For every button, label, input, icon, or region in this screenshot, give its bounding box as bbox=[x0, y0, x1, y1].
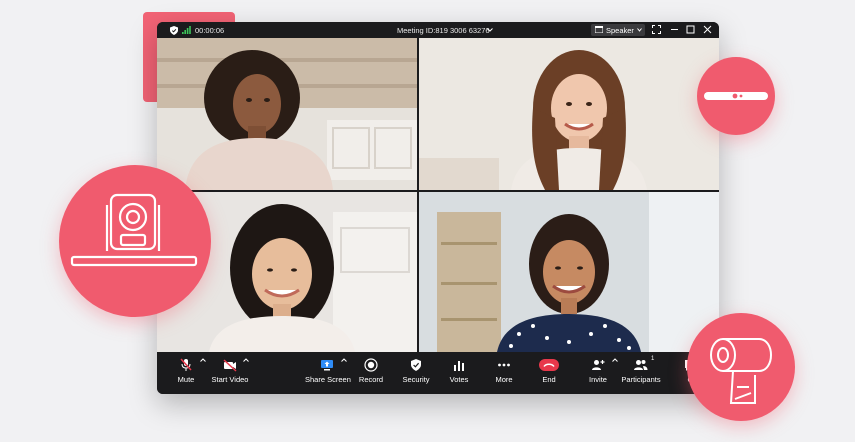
ptz-camera-icon bbox=[70, 193, 198, 267]
participant-video bbox=[419, 38, 719, 190]
shield-icon[interactable] bbox=[170, 26, 178, 35]
start-video-label: Start Video bbox=[211, 375, 249, 384]
share-screen-icon bbox=[321, 360, 333, 371]
video-grid bbox=[157, 38, 719, 368]
view-mode-button[interactable]: Speaker bbox=[591, 24, 645, 36]
more-label: More bbox=[495, 375, 513, 384]
invite-label: Invite bbox=[589, 375, 607, 384]
speakerphone-icon bbox=[710, 338, 773, 404]
record-icon bbox=[364, 358, 378, 372]
grid-view-icon bbox=[595, 26, 603, 33]
meeting-id[interactable]: Meeting ID:819 3006 63276 bbox=[397, 26, 490, 35]
end-button[interactable]: End bbox=[537, 356, 561, 392]
ptz-camera-bubble bbox=[59, 165, 211, 317]
participants-button[interactable]: Participants bbox=[621, 356, 661, 392]
more-button[interactable]: More bbox=[491, 356, 517, 392]
chevron-up-icon[interactable] bbox=[612, 358, 618, 362]
video-camera-off-icon bbox=[223, 359, 237, 372]
video-bar-icon bbox=[704, 92, 768, 100]
participants-count: 1 bbox=[651, 356, 655, 362]
signal-strength-icon[interactable] bbox=[182, 26, 191, 34]
chevron-up-icon[interactable] bbox=[341, 358, 347, 362]
security-label: Security bbox=[402, 375, 430, 384]
share-screen-label: Share Screen bbox=[305, 375, 351, 384]
add-person-icon bbox=[592, 360, 605, 370]
minimize-icon[interactable] bbox=[670, 25, 679, 34]
participants-icon bbox=[634, 360, 648, 370]
video-tile-2[interactable] bbox=[419, 38, 719, 190]
security-button[interactable]: Security bbox=[401, 356, 431, 392]
chevron-down-icon bbox=[637, 28, 642, 32]
bar-chart-icon bbox=[454, 361, 464, 371]
invite-button[interactable]: Invite bbox=[585, 356, 611, 392]
video-bar-bubble bbox=[697, 57, 775, 135]
votes-label: Votes bbox=[449, 375, 469, 384]
record-button[interactable]: Record bbox=[357, 356, 385, 392]
speakerphone-bubble bbox=[687, 313, 795, 421]
chevron-up-icon[interactable] bbox=[243, 358, 249, 362]
title-bar: 00:00:06 Meeting ID:819 3006 63276 Speak… bbox=[157, 22, 719, 38]
end-call-icon bbox=[539, 359, 559, 371]
more-dots-icon bbox=[498, 363, 510, 367]
end-label: End bbox=[542, 375, 556, 384]
meeting-timer: 00:00:06 bbox=[195, 26, 225, 35]
participant-video bbox=[419, 192, 719, 352]
mute-label: Mute bbox=[177, 375, 195, 384]
record-label: Record bbox=[358, 375, 384, 384]
chevron-down-icon[interactable] bbox=[487, 28, 493, 32]
view-mode-label: Speaker bbox=[606, 26, 634, 35]
votes-button[interactable]: Votes bbox=[447, 356, 471, 392]
video-tile-4[interactable] bbox=[419, 192, 719, 352]
close-icon[interactable] bbox=[703, 25, 712, 34]
meeting-toolbar: Mute Start Video Share Screen Record Sec… bbox=[157, 352, 719, 394]
chevron-up-icon[interactable] bbox=[200, 358, 206, 362]
mute-button[interactable]: Mute bbox=[173, 356, 199, 392]
shield-icon bbox=[411, 359, 421, 371]
fullscreen-icon[interactable] bbox=[652, 25, 661, 34]
microphone-muted-icon bbox=[180, 358, 192, 371]
meeting-window: 00:00:06 Meeting ID:819 3006 63276 Speak… bbox=[157, 22, 719, 394]
maximize-icon[interactable] bbox=[686, 25, 695, 34]
participants-label: Participants bbox=[621, 375, 661, 384]
